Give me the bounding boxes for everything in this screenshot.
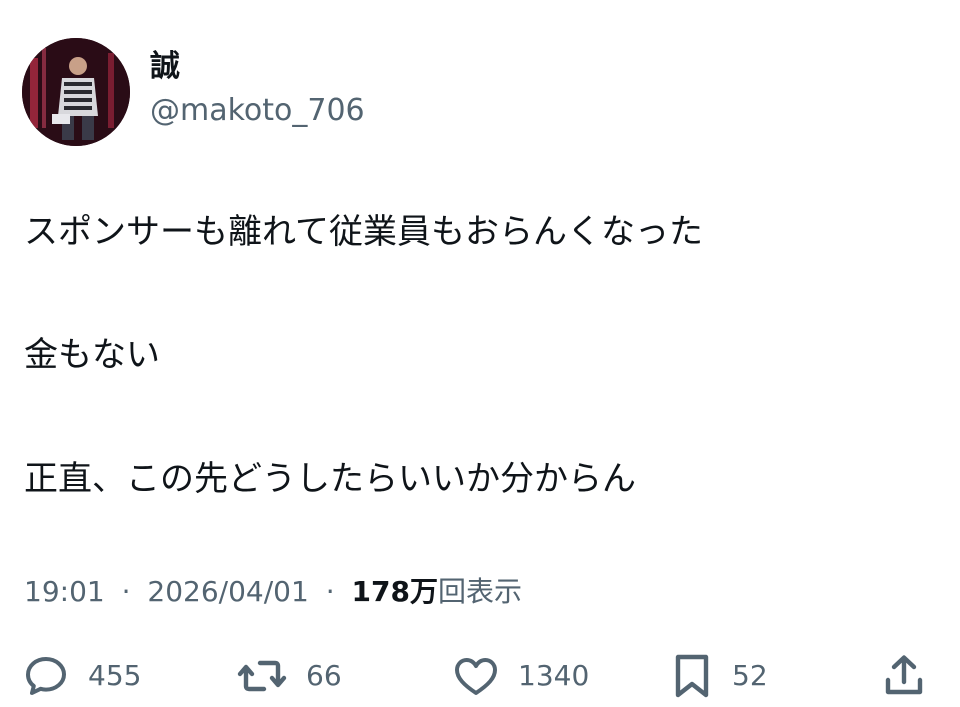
like-count: 1340 <box>518 659 590 692</box>
retweet-button[interactable]: 66 <box>236 648 342 704</box>
share-icon <box>885 655 923 695</box>
meta-separator: · <box>121 575 131 608</box>
action-bar: 455 66 1340 52 <box>0 648 960 704</box>
bookmark-icon <box>675 654 709 698</box>
reply-button[interactable]: 455 <box>22 648 141 704</box>
profile-photo-icon <box>22 38 130 146</box>
bookmark-button[interactable]: 52 <box>670 648 768 704</box>
reply-icon <box>26 657 66 695</box>
tweet-time[interactable]: 19:01 <box>24 575 105 608</box>
like-button[interactable]: 1340 <box>452 648 589 704</box>
bookmark-count: 52 <box>732 659 768 692</box>
share-button[interactable] <box>880 648 928 704</box>
views-label: 回表示 <box>437 575 522 608</box>
tweet-header: 誠 @makoto_706 <box>22 38 622 148</box>
retweet-count: 66 <box>306 659 342 692</box>
tweet-date[interactable]: 2026/04/01 <box>147 575 308 608</box>
tweet-text-line: スポンサーも離れて従業員もおらんくなった <box>24 212 703 252</box>
tweet-text-line: 正直、この先どうしたらいいか分からん <box>24 459 636 499</box>
display-name[interactable]: 誠 <box>150 52 180 82</box>
user-handle[interactable]: @makoto_706 <box>150 96 365 126</box>
views-count[interactable]: 178万 <box>352 575 438 608</box>
retweet-icon <box>237 660 287 692</box>
reply-count: 455 <box>88 659 142 692</box>
tweet-card: 誠 @makoto_706 スポンサーも離れて従業員もおらんくなった 金もない … <box>0 0 960 707</box>
tweet-meta: 19:01 · 2026/04/01 · 178万回表示 <box>24 578 522 606</box>
avatar[interactable] <box>22 38 130 146</box>
heart-icon <box>455 658 497 695</box>
meta-separator: · <box>325 575 335 608</box>
tweet-text-line: 金もない <box>24 335 160 375</box>
